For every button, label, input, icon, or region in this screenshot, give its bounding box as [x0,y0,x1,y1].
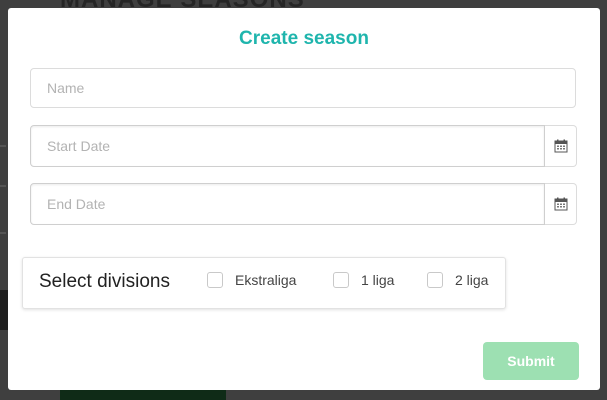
submit-button[interactable]: Submit [483,342,579,380]
checkbox[interactable] [427,272,443,288]
start-date-calendar-button[interactable] [545,125,577,167]
calendar-icon [554,197,567,211]
division-option-label: 2 liga [455,272,489,288]
start-date-group [30,125,577,167]
end-date-calendar-button[interactable] [545,183,577,225]
create-season-modal: Create season Name Start Date End Date S… [8,8,600,390]
name-field-wrapper [30,68,576,108]
division-option-label: Ekstraliga [235,272,297,288]
background-panel [0,290,8,330]
checkbox[interactable] [333,272,349,288]
end-date-group [30,183,577,225]
background-divider [0,232,6,234]
background-panel [60,390,226,400]
end-date-field [30,183,545,225]
name-input[interactable] [31,69,575,107]
end-date-input[interactable] [31,184,544,224]
division-option-label: 1 liga [361,272,395,288]
start-date-field [30,125,545,167]
divisions-selector: Select divisions Ekstraliga 1 liga 2 lig… [22,257,506,309]
start-date-input[interactable] [31,126,544,166]
calendar-icon [554,139,567,153]
background-divider [0,145,6,147]
modal-title: Create season [239,28,369,49]
division-option-1-liga[interactable]: 1 liga [333,270,394,290]
division-option-ekstraliga[interactable]: Ekstraliga [207,270,296,290]
division-option-2-liga[interactable]: 2 liga [427,270,488,290]
background-divider [0,185,6,187]
divisions-label: Select divisions [39,271,170,292]
checkbox[interactable] [207,272,223,288]
